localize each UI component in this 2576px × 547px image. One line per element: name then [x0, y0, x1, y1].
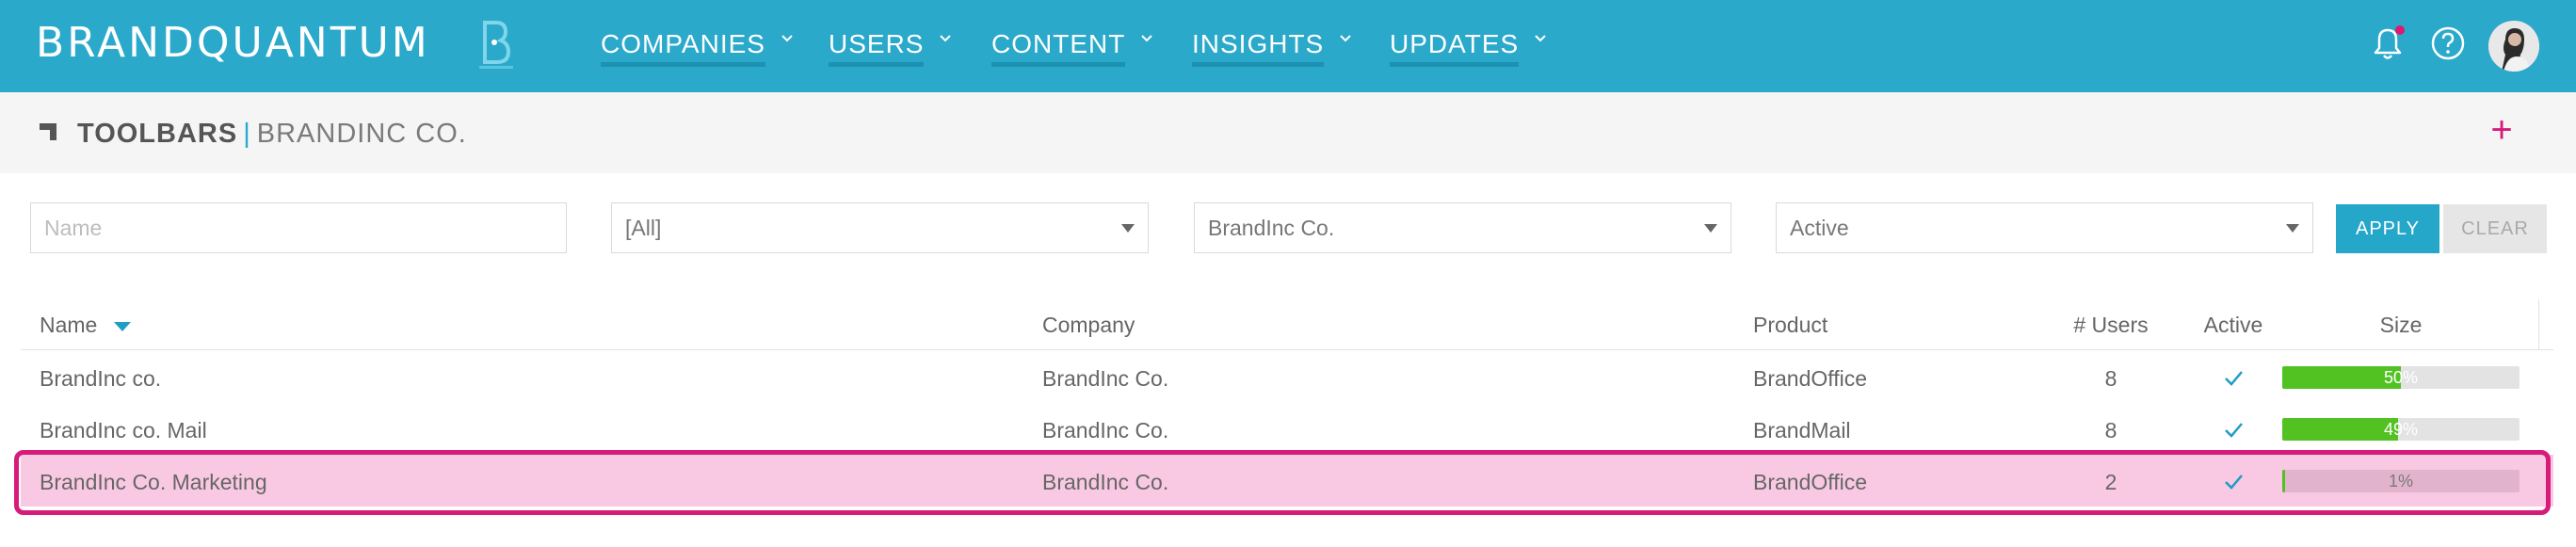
cell-users: 8: [2104, 418, 2117, 442]
apply-button[interactable]: APPLY: [2336, 204, 2439, 253]
company-filter-select[interactable]: BrandInc Co.: [1194, 202, 1731, 253]
size-progress-label: 1%: [2388, 472, 2413, 491]
sort-desc-icon: [113, 321, 131, 331]
nav-users[interactable]: USERS: [829, 28, 952, 72]
nav-updates[interactable]: UPDATES: [1390, 28, 1547, 72]
chevron-down-icon: [1535, 35, 1546, 42]
page-header: TOOLBARS | BRANDINC CO.: [0, 92, 2576, 173]
cell-name: BrandInc co.: [40, 366, 162, 391]
caret-down-icon: [1121, 224, 1135, 233]
notification-dot: [2395, 25, 2405, 35]
cell-product: BrandMail: [1753, 418, 1851, 442]
chevron-down-icon: [1340, 35, 1351, 42]
product-filter-value: [All]: [625, 216, 662, 240]
cell-users: 8: [2104, 366, 2117, 391]
user-avatar-icon: [2488, 21, 2539, 72]
column-header-name[interactable]: Name: [40, 313, 132, 338]
nav-companies[interactable]: COMPANIES: [601, 28, 794, 72]
clear-button[interactable]: CLEAR: [2443, 204, 2547, 253]
check-icon: [2225, 475, 2243, 490]
cell-name: BrandInc Co. Marketing: [40, 470, 267, 494]
caret-down-icon: [2286, 224, 2299, 233]
cell-users: 2: [2104, 470, 2117, 494]
brand-wordmark[interactable]: BRANDQUANTUM: [36, 19, 430, 68]
table-row[interactable]: BrandInc co. Mail BrandInc Co. BrandMail…: [21, 403, 2553, 455]
size-progress-label: 50%: [2383, 368, 2419, 387]
bell-icon[interactable]: [2369, 24, 2407, 62]
check-icon: [2225, 371, 2243, 386]
cell-product: BrandOffice: [1753, 366, 1868, 391]
chevron-down-icon: [781, 35, 793, 42]
avatar[interactable]: [2488, 21, 2539, 72]
size-progress-bar: 50%: [2282, 366, 2520, 389]
cell-product: BrandOffice: [1753, 470, 1868, 494]
size-progress-label: 49%: [2383, 420, 2419, 439]
brand-logo-icon: [479, 21, 513, 69]
nav-insights-label: INSIGHTS: [1192, 28, 1325, 67]
status-filter-select[interactable]: Active: [1776, 202, 2313, 253]
column-header-users[interactable]: # Users: [2036, 313, 2186, 338]
cell-company: BrandInc Co.: [1042, 470, 1169, 494]
cell-company: BrandInc Co.: [1042, 418, 1169, 442]
page-title: TOOLBARS: [77, 119, 238, 149]
size-progress-bar: 1%: [2282, 470, 2520, 492]
scrollbar-gutter: [2538, 299, 2539, 349]
caret-down-icon: [1704, 224, 1717, 233]
header-divider: [21, 349, 2553, 350]
corner-icon: [40, 123, 56, 140]
nav-companies-label: COMPANIES: [601, 28, 765, 67]
breadcrumb-separator: |: [243, 119, 251, 149]
top-navbar: BRANDQUANTUM COMPANIES USERS CONTENT INS…: [0, 0, 2576, 92]
check-icon: [2225, 423, 2243, 438]
nav-insights[interactable]: INSIGHTS: [1192, 28, 1352, 72]
breadcrumb: TOOLBARS | BRANDINC CO.: [77, 118, 467, 150]
cell-company: BrandInc Co.: [1042, 366, 1169, 391]
chevron-down-icon: [1141, 35, 1153, 42]
column-header-product[interactable]: Product: [1753, 313, 1827, 338]
column-header-company[interactable]: Company: [1042, 313, 1135, 338]
chevron-down-icon: [940, 35, 952, 42]
nav-content-label: CONTENT: [991, 28, 1126, 67]
product-filter-select[interactable]: [All]: [611, 202, 1149, 253]
column-header-name-label: Name: [40, 313, 98, 337]
cell-name: BrandInc co. Mail: [40, 418, 207, 442]
size-progress-bar: 49%: [2282, 418, 2520, 441]
name-filter-input[interactable]: [30, 202, 567, 253]
page-subtitle: BRANDINC CO.: [256, 119, 467, 149]
add-button[interactable]: +: [2486, 109, 2518, 151]
nav-content[interactable]: CONTENT: [991, 28, 1153, 72]
column-header-active[interactable]: Active: [2177, 313, 2290, 338]
nav-users-label: USERS: [829, 28, 925, 67]
help-circle-icon[interactable]: [2429, 24, 2467, 62]
nav-updates-label: UPDATES: [1390, 28, 1520, 67]
status-filter-value: Active: [1790, 216, 1849, 240]
column-header-size[interactable]: Size: [2282, 313, 2520, 338]
table-row-selected[interactable]: BrandInc Co. Marketing BrandInc Co. Bran…: [21, 455, 2553, 507]
table-row[interactable]: BrandInc co. BrandInc Co. BrandOffice 8 …: [21, 351, 2553, 403]
company-filter-value: BrandInc Co.: [1208, 216, 1335, 240]
